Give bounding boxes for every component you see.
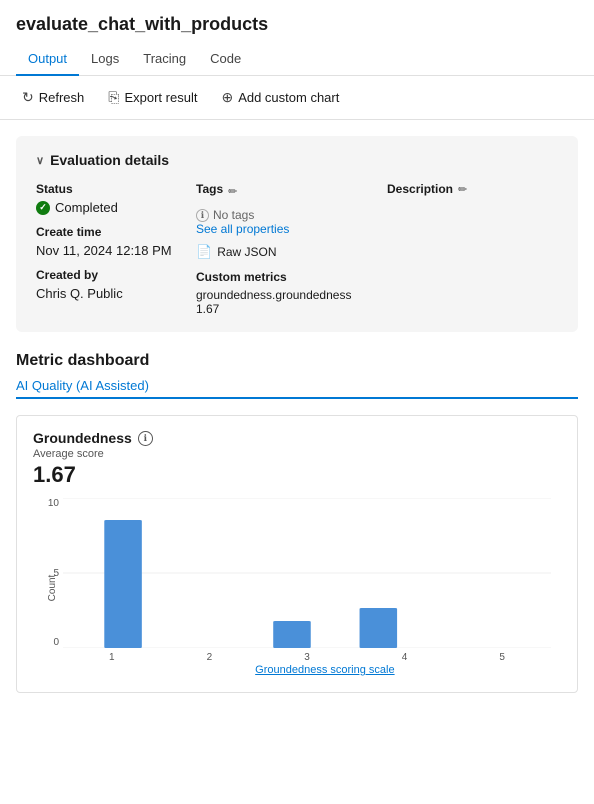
- dashboard-title: Metric dashboard: [16, 352, 578, 370]
- x-tick-1: 1: [109, 652, 115, 663]
- doc-icon: 📄: [196, 244, 212, 260]
- tab-logs[interactable]: Logs: [79, 43, 131, 76]
- eval-header: ∨ Evaluation details: [36, 152, 558, 168]
- raw-json-button[interactable]: 📄 Raw JSON: [196, 244, 357, 260]
- toolbar: ↻ Refresh ⎘ Export result ⊕ Add custom c…: [0, 76, 594, 120]
- y-axis-label: Count: [47, 575, 58, 602]
- x-axis-label[interactable]: Groundedness scoring scale: [255, 664, 394, 676]
- refresh-button[interactable]: ↻ Refresh: [12, 84, 94, 111]
- chart-title: Groundedness: [33, 430, 132, 446]
- page-title: evaluate_chat_with_products: [0, 0, 594, 43]
- y-tick-0: 0: [53, 637, 59, 648]
- create-time-label: Create time: [36, 225, 176, 239]
- y-axis: 10 5 0: [33, 498, 63, 648]
- export-button[interactable]: ⎘ Export result: [98, 84, 207, 111]
- refresh-icon: ↻: [22, 89, 34, 106]
- description-row: Description ✏: [387, 182, 558, 196]
- add-chart-button[interactable]: ⊕ Add custom chart: [211, 84, 349, 111]
- x-tick-5: 5: [499, 652, 505, 663]
- nav-tabs: Output Logs Tracing Code: [0, 43, 594, 76]
- eval-grid: Status Completed Create time Nov 11, 202…: [36, 182, 558, 316]
- avg-score-value: 1.67: [33, 462, 561, 488]
- y-tick-10: 10: [48, 498, 59, 509]
- chart-title-row: Groundedness ℹ: [33, 430, 561, 446]
- metric-dashboard: Metric dashboard AI Quality (AI Assisted…: [16, 352, 578, 399]
- eval-left-section: Status Completed Create time Nov 11, 202…: [36, 182, 196, 316]
- avg-score-label: Average score: [33, 448, 561, 460]
- x-tick-4: 4: [402, 652, 408, 663]
- main-content: ∨ Evaluation details Status Completed Cr…: [0, 120, 594, 709]
- chart-container: 10 5 0: [33, 498, 561, 678]
- custom-metrics-value: 1.67: [196, 302, 357, 316]
- chart-info-icon[interactable]: ℹ: [138, 431, 153, 446]
- collapse-icon[interactable]: ∨: [36, 154, 44, 167]
- eval-right-section: Description ✏: [377, 182, 558, 316]
- description-edit-icon[interactable]: ✏: [458, 183, 467, 196]
- x-tick-2: 2: [207, 652, 213, 663]
- tags-row: Tags ✏: [196, 182, 357, 200]
- no-tags-icon: ℹ: [196, 209, 209, 222]
- tags-edit-icon[interactable]: ✏: [228, 185, 237, 198]
- custom-metrics-key: groundedness.groundedness: [196, 288, 357, 302]
- created-by-label: Created by: [36, 268, 176, 282]
- metric-tab-ai-quality[interactable]: AI Quality (AI Assisted): [16, 374, 149, 399]
- status-label: Status: [36, 182, 176, 196]
- tab-tracing[interactable]: Tracing: [131, 43, 198, 76]
- tab-output[interactable]: Output: [16, 43, 79, 76]
- chart-area: [63, 498, 551, 648]
- export-icon: ⎘: [108, 89, 119, 106]
- tags-label: Tags: [196, 182, 223, 196]
- no-tags-badge: ℹ No tags: [196, 208, 357, 222]
- description-label: Description: [387, 182, 453, 196]
- created-by-value: Chris Q. Public: [36, 286, 176, 301]
- see-all-link[interactable]: See all properties: [196, 222, 357, 236]
- x-tick-3: 3: [304, 652, 310, 663]
- status-badge: Completed: [36, 200, 176, 215]
- evaluation-card: ∨ Evaluation details Status Completed Cr…: [16, 136, 578, 332]
- groundedness-chart-card: Groundedness ℹ Average score 1.67 10 5 0: [16, 415, 578, 693]
- metric-tab-row: AI Quality (AI Assisted): [16, 374, 578, 399]
- create-time-value: Nov 11, 2024 12:18 PM: [36, 243, 176, 258]
- chart-svg: [63, 498, 551, 648]
- custom-metrics-label: Custom metrics: [196, 270, 357, 284]
- add-chart-icon: ⊕: [221, 89, 233, 106]
- tab-code[interactable]: Code: [198, 43, 253, 76]
- eval-middle-section: Tags ✏ ℹ No tags See all properties 📄 Ra…: [196, 182, 377, 316]
- status-icon: [36, 201, 50, 215]
